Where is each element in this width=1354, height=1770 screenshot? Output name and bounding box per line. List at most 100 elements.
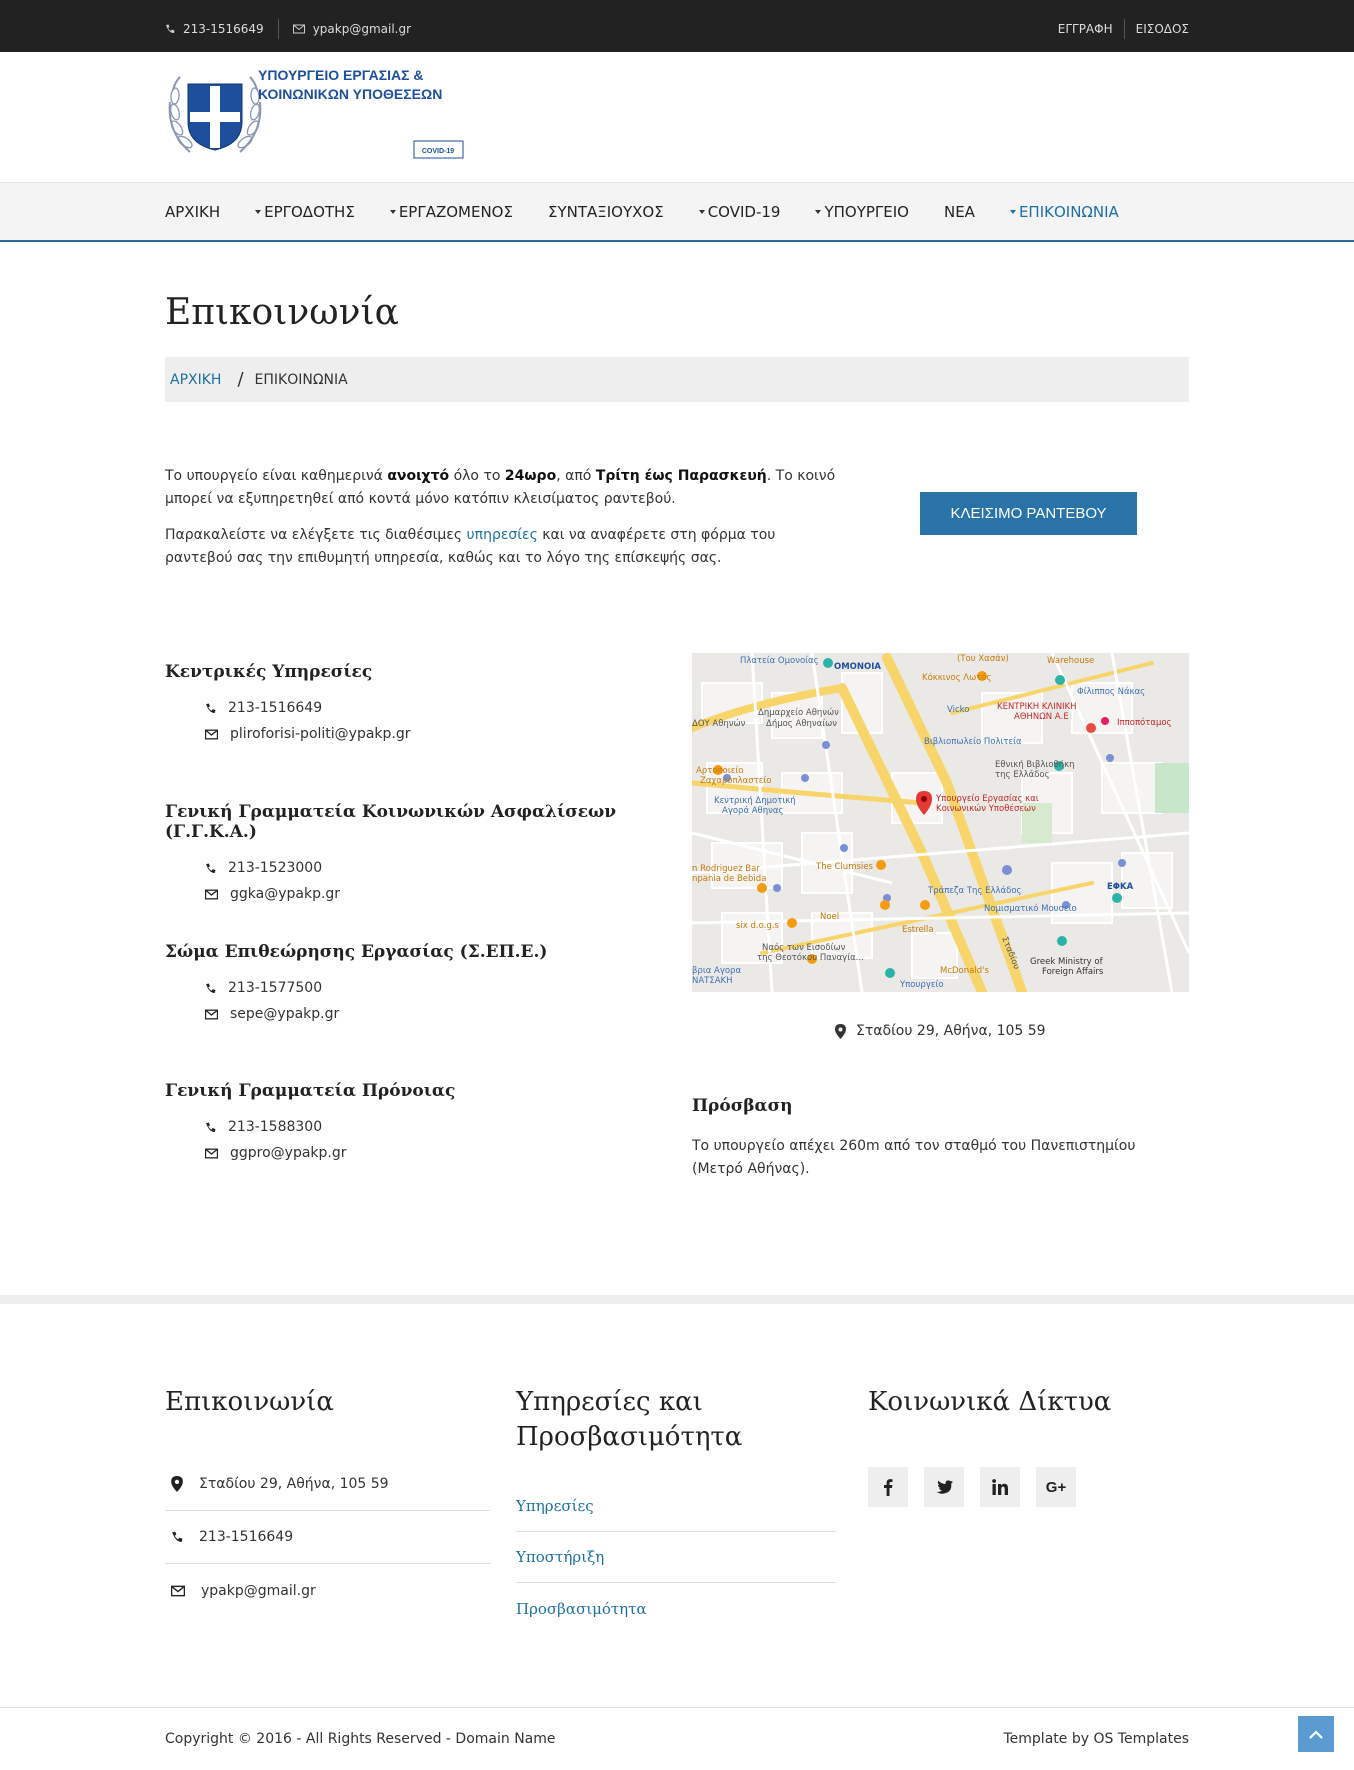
map-label: Κοινωνικών Υποθέσεων bbox=[936, 803, 1036, 814]
nav-item-0[interactable]: ΑΡΧΙΚΗ bbox=[165, 203, 220, 221]
service-phone[interactable]: 213-1523000 bbox=[205, 860, 685, 876]
nav-item-label: ΣΥΝΤΑΞΙΟΥΧΟΣ bbox=[547, 203, 664, 221]
intro-text: Το υπουργείο είναι καθημερινά ανοιχτό όλ… bbox=[165, 465, 845, 583]
service-title: Κεντρικές Υπηρεσίες bbox=[165, 662, 373, 682]
envelope-icon bbox=[292, 24, 305, 34]
footer-social: Κοινωνικά Δίκτυα G+ bbox=[868, 1385, 1188, 1507]
service-email[interactable]: sepe@ypakp.gr bbox=[205, 1006, 685, 1022]
map-label: McDonald's bbox=[940, 966, 989, 976]
nav-item-7[interactable]: ΕΠΙΚΟΙΝΩΝΙΑ bbox=[1009, 203, 1119, 221]
service-email[interactable]: ggpro@ypakp.gr bbox=[205, 1145, 685, 1161]
map-marker-icon bbox=[171, 1476, 183, 1492]
back-to-top-button[interactable] bbox=[1298, 1716, 1334, 1752]
access-text: Το υπουργείο απέχει 260m από τον σταθμό … bbox=[692, 1138, 1136, 1177]
map-label: βρια Αγορα bbox=[692, 966, 741, 976]
service-email-text: ggka@ypakp.gr bbox=[230, 886, 341, 902]
footer-email-text: ypakp@gmail.gr bbox=[201, 1582, 316, 1599]
nav-item-6[interactable]: ΝΕΑ bbox=[944, 203, 975, 221]
service-phone[interactable]: 213-1588300 bbox=[205, 1119, 685, 1135]
caret-down-icon bbox=[698, 210, 705, 214]
footer-email[interactable]: ypakp@gmail.gr bbox=[165, 1564, 490, 1617]
linkedin-button[interactable] bbox=[980, 1467, 1020, 1507]
service-email[interactable]: pliroforisi-politi@ypakp.gr bbox=[205, 726, 685, 742]
footer-link-accessibility[interactable]: Προσβασιμότητα bbox=[516, 1583, 836, 1634]
breadcrumb-home[interactable]: ΑΡΧΙΚΗ bbox=[170, 372, 221, 388]
service-phone-text: 213-1577500 bbox=[228, 980, 323, 996]
facebook-button[interactable] bbox=[868, 1467, 908, 1507]
google-plus-button[interactable]: G+ bbox=[1036, 1467, 1076, 1507]
covid-badge: COVID-19 bbox=[422, 148, 454, 155]
footer-phone[interactable]: 213-1516649 bbox=[165, 1511, 490, 1564]
map-label: ΟΜΟΝΟΙΑ bbox=[834, 662, 881, 672]
top-account: ΕΓΓΡΑΦΗ ΕΙΣΟΔΟΣ bbox=[1058, 19, 1189, 39]
login-link[interactable]: ΕΙΣΟΔΟΣ bbox=[1136, 22, 1189, 36]
top-phone[interactable]: 213-1516649 bbox=[165, 22, 264, 36]
service-title: Σώμα Επιθεώρησης Εργασίας (Σ.ΕΠ.Ε.) bbox=[165, 942, 548, 962]
caret-down-icon bbox=[255, 210, 262, 214]
footer-link-support[interactable]: Υποστήριξη bbox=[516, 1532, 836, 1583]
breadcrumb: ΑΡΧΙΚΗ / ΕΠΙΚΟΙΝΩΝΙΑ bbox=[165, 357, 1189, 402]
service-email-text: ggpro@ypakp.gr bbox=[230, 1145, 347, 1161]
ministry-logo[interactable]: ΥΠΟΥΡΓΕΙΟ ΕΡΓΑΣΙΑΣ & ΚΟΙΝΩΝΙΚΩΝ ΥΠΟΘΕΣΕΩ… bbox=[165, 64, 465, 164]
footer-contact: Επικοινωνία Σταδίου 29, Αθήνα, 105 59 21… bbox=[165, 1385, 490, 1617]
book-appointment-button[interactable]: ΚΛΕΙΣΙΜΟ ΡΑΝΤΕΒΟΥ bbox=[920, 492, 1137, 535]
phone-icon bbox=[206, 983, 216, 993]
service-block: Γενική Γραμματεία Πρόνοιας 213-1588300 ggp… bbox=[165, 1081, 685, 1171]
facebook-icon bbox=[884, 1479, 893, 1496]
logo-line-2: ΚΟΙΝΩΝΙΚΩΝ ΥΠΟΘΕΣΕΩΝ bbox=[258, 86, 442, 102]
map-label: Υπουργείο Εργασίας και bbox=[935, 794, 1039, 804]
template-credit[interactable]: Template by OS Templates bbox=[1004, 1731, 1190, 1747]
envelope-icon bbox=[205, 729, 218, 739]
nav-item-label: ΕΡΓΑΖΟΜΕΝΟΣ bbox=[398, 203, 513, 221]
envelope-icon bbox=[205, 889, 218, 899]
map-label: Αγορά Αθηνας bbox=[722, 806, 784, 816]
intro-bold: 24ωρο bbox=[504, 468, 557, 484]
top-email[interactable]: ypakp@gmail.gr bbox=[292, 22, 411, 36]
map-label: Ιπποπόταμος bbox=[1117, 717, 1172, 728]
map-label: Εθνική Βιβλιοθήκη bbox=[995, 760, 1075, 770]
caret-down-icon bbox=[1009, 210, 1016, 214]
map-address-text: Σταδίου 29, Αθήνα, 105 59 bbox=[856, 1023, 1046, 1039]
map-label: ΝΑΤΣΑΚΗ bbox=[692, 976, 733, 986]
map-label: Αρτοποιείο bbox=[696, 766, 743, 776]
nav-item-5[interactable]: ΥΠΟΥΡΓΕΙΟ bbox=[815, 203, 909, 221]
twitter-button[interactable] bbox=[924, 1467, 964, 1507]
map-label: Ζαχαροπλαστείο bbox=[700, 776, 771, 786]
caret-down-icon bbox=[389, 210, 396, 214]
map-label: n Rodriguez Bar bbox=[692, 864, 760, 874]
map-label: της Θεοτόκου Παναγία... bbox=[757, 952, 864, 963]
access-title: Πρόσβαση bbox=[692, 1096, 793, 1116]
services-link[interactable]: υπηρεσίες bbox=[467, 527, 538, 543]
main-nav: ΑΡΧΙΚΗ ΕΡΓΟΔΟΤΗΣ ΕΡΓΑΖΟΜΕΝΟΣ ΣΥΝΤΑΞΙΟΥΧΟΣ CO… bbox=[0, 182, 1354, 242]
intro-bold: Τρίτη έως Παρασκευή bbox=[595, 468, 767, 484]
location-map[interactable]: Πλατεία Ομονοίας ΟΜΟΝΟΙΑ (Του Χασάν) War… bbox=[692, 653, 1189, 992]
footer-phone-text: 213-1516649 bbox=[199, 1529, 294, 1545]
map-label: Noel bbox=[820, 912, 839, 922]
footer-contact-title: Επικοινωνία bbox=[165, 1387, 334, 1417]
register-link[interactable]: ΕΓΓΡΑΦΗ bbox=[1058, 22, 1113, 36]
logo-line-1: ΥΠΟΥΡΓΕΙΟ ΕΡΓΑΣΙΑΣ & bbox=[258, 67, 424, 83]
nav-item-label: ΕΠΙΚΟΙΝΩΝΙΑ bbox=[1018, 203, 1119, 221]
nav-item-4[interactable]: COVID-19 bbox=[698, 203, 780, 221]
service-block: Σώμα Επιθεώρησης Εργασίας (Σ.ΕΠ.Ε.) 213-1… bbox=[165, 942, 685, 1032]
nav-item-label: ΕΡΓΟΔΟΤΗΣ bbox=[264, 203, 355, 221]
map-label: ΑΘΗΝΩΝ Α.Ε bbox=[1014, 712, 1069, 722]
nav-item-label: ΝΕΑ bbox=[943, 203, 975, 221]
twitter-icon bbox=[936, 1479, 953, 1494]
footer-link-services[interactable]: Υπηρεσίες bbox=[516, 1481, 836, 1532]
caret-down-icon bbox=[815, 210, 822, 214]
phone-icon bbox=[206, 863, 216, 873]
footer-social-title: Κοινωνικά Δίκτυα bbox=[868, 1387, 1112, 1417]
map-label: ΔΟΥ Αθηνών bbox=[692, 718, 746, 729]
footer-services-title: Υπηρεσίες και Προσβασιμότητα bbox=[516, 1387, 743, 1452]
nav-item-3[interactable]: ΣΥΝΤΑΞΙΟΥΧΟΣ bbox=[548, 203, 664, 221]
service-phone[interactable]: 213-1577500 bbox=[205, 980, 685, 996]
service-email[interactable]: ggka@ypakp.gr bbox=[205, 886, 685, 902]
service-block: Γενική Γραμματεία Κοινωνικών Ασφαλίσεων … bbox=[165, 802, 685, 912]
nav-item-1[interactable]: ΕΡΓΟΔΟΤΗΣ bbox=[255, 203, 355, 221]
service-phone[interactable]: 213-1516649 bbox=[205, 700, 685, 716]
service-email-text: sepe@ypakp.gr bbox=[230, 1006, 340, 1022]
nav-item-2[interactable]: ΕΡΓΑΖΟΜΕΝΟΣ bbox=[389, 203, 513, 221]
map-label: Δήμος Αθηναίων bbox=[766, 719, 837, 729]
map-label: Δημαρχείο Αθηνών bbox=[758, 707, 839, 718]
